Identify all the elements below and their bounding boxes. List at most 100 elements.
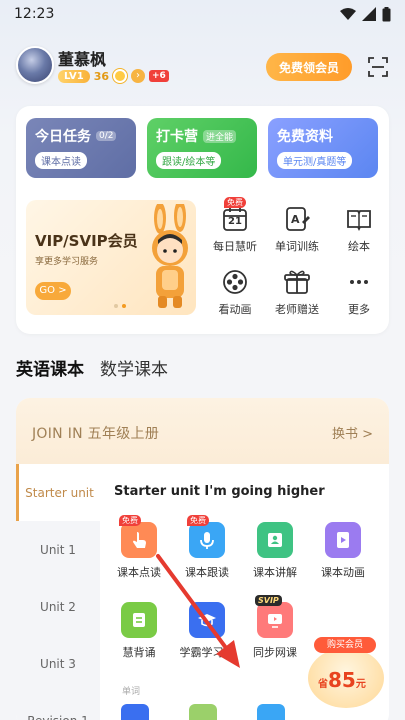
free-vip-button[interactable]: 免费领会员 bbox=[266, 53, 352, 81]
tile-sub: 单元测/真题等 bbox=[277, 152, 353, 169]
microphone-icon: 免费 bbox=[187, 515, 225, 558]
tile-title: 免费资料 bbox=[277, 126, 369, 146]
book-icon bbox=[346, 206, 372, 232]
promo-amount: 省85元 bbox=[318, 668, 366, 692]
tile-tag: 0/2 bbox=[96, 131, 117, 141]
plus-badge: +6 bbox=[149, 70, 169, 82]
feature-textbook-follow-read[interactable]: 免费 课本跟读 bbox=[175, 515, 239, 580]
page-dot-active bbox=[122, 304, 126, 308]
rabbit-mascot-icon bbox=[152, 204, 188, 308]
quick-action-label: 单词训练 bbox=[275, 240, 319, 253]
status-time: 12:23 bbox=[14, 6, 55, 22]
unit-item-revision-1[interactable]: Revision 1 bbox=[16, 692, 100, 720]
unit-item-starter[interactable]: Starter unit bbox=[16, 464, 100, 521]
level-badge: LV1 bbox=[58, 69, 90, 83]
quick-action-label: 老师赠送 bbox=[275, 303, 319, 316]
tab-english[interactable]: 英语课本 bbox=[16, 355, 84, 380]
quick-action-label: 绘本 bbox=[348, 240, 370, 253]
coin-icon bbox=[113, 69, 128, 83]
unit-item-3[interactable]: Unit 3 bbox=[16, 635, 100, 692]
svg-text:A: A bbox=[291, 213, 300, 226]
wifi-icon bbox=[340, 8, 356, 20]
more-icon bbox=[346, 269, 372, 295]
status-icons bbox=[340, 6, 391, 22]
feature-study-method[interactable]: 学霸学习法 bbox=[175, 602, 239, 660]
word-feature-icon[interactable] bbox=[189, 704, 217, 720]
word-feature-icon[interactable] bbox=[121, 704, 149, 720]
free-badge: 免费 bbox=[187, 515, 209, 526]
feature-label: 课本点读 bbox=[117, 566, 161, 579]
quick-action-watch-animation[interactable]: 看动画 bbox=[209, 269, 261, 317]
coin-count: 36 bbox=[93, 69, 110, 83]
unit-item-2[interactable]: Unit 2 bbox=[16, 578, 100, 635]
banner-go-button[interactable]: GO > bbox=[35, 282, 71, 300]
feature-textbook-reading[interactable]: 免费 课本点读 bbox=[107, 515, 171, 580]
scan-icon[interactable] bbox=[368, 57, 388, 77]
promo-suffix: 元 bbox=[355, 679, 366, 690]
tile-title-text: 今日任务 bbox=[35, 129, 91, 145]
tile-title: 打卡营 进全能 bbox=[156, 126, 248, 146]
feature-label: 课本动画 bbox=[321, 566, 365, 579]
tile-title: 今日任务 0/2 bbox=[35, 126, 127, 146]
feature-sync-online-class[interactable]: SVIP 同步网课 bbox=[243, 595, 307, 660]
word-feature-icon[interactable] bbox=[257, 704, 285, 720]
tile-sub: 课本点读 bbox=[35, 152, 87, 169]
promo-title: 购买会员 bbox=[314, 637, 376, 653]
quick-action-daily-listen[interactable]: 免费 21 每日慧听 bbox=[209, 197, 261, 254]
change-book-button[interactable]: 换书 > bbox=[332, 423, 373, 442]
quick-action-more[interactable]: 更多 bbox=[333, 269, 385, 317]
quick-action-picture-book[interactable]: 绘本 bbox=[333, 206, 385, 254]
username[interactable]: 董慕枫 bbox=[58, 46, 106, 70]
tab-math[interactable]: 数学课本 bbox=[100, 355, 168, 380]
section-word-label: 单词 bbox=[122, 687, 141, 697]
feature-label: 同步网课 bbox=[253, 646, 297, 659]
unit-title: Starter unit I'm going higher bbox=[114, 484, 325, 499]
promo-prefix: 省 bbox=[318, 679, 328, 690]
quick-action-label: 更多 bbox=[348, 303, 370, 316]
avatar[interactable] bbox=[16, 46, 54, 84]
vip-banner[interactable]: VIP/SVIP会员 享更多学习服务 GO > bbox=[26, 200, 196, 315]
tile-sub: 跟读/绘本等 bbox=[156, 152, 222, 169]
free-badge: 免费 bbox=[224, 197, 246, 208]
battery-icon bbox=[382, 6, 391, 21]
quick-action-label: 看动画 bbox=[218, 303, 252, 316]
status-bar: 12:23 bbox=[0, 0, 405, 28]
checkin-camp-tile[interactable]: 打卡营 进全能 跟读/绘本等 bbox=[147, 118, 257, 178]
chevron-right-icon: › bbox=[131, 69, 146, 83]
quick-action-teacher-gift[interactable]: 老师赠送 bbox=[271, 269, 323, 317]
subject-tabs: 英语课本 数学课本 bbox=[16, 355, 168, 380]
unit-list: Starter unit Unit 1 Unit 2 Unit 3 Revisi… bbox=[16, 464, 100, 720]
tile-title-text: 打卡营 bbox=[156, 129, 198, 145]
promo-value: 85 bbox=[328, 668, 356, 692]
free-materials-tile[interactable]: 免费资料 单元测/真题等 bbox=[268, 118, 378, 178]
banner-subtitle: 享更多学习服务 bbox=[35, 257, 99, 267]
level-row[interactable]: LV1 36 › +6 bbox=[58, 69, 169, 83]
teacher-board-icon bbox=[257, 522, 293, 558]
book-header: JOIN IN 五年级上册 换书 > bbox=[16, 398, 389, 464]
graduation-cap-icon bbox=[189, 602, 225, 638]
quick-action-word-training[interactable]: A 单词训练 bbox=[271, 206, 323, 254]
word-pen-icon: A bbox=[284, 206, 310, 232]
banner-title: VIP/SVIP会员 bbox=[35, 232, 138, 250]
video-icon bbox=[325, 522, 361, 558]
calendar-icon: 免费 21 bbox=[222, 197, 248, 232]
film-reel-icon bbox=[222, 269, 248, 295]
recite-book-icon bbox=[121, 602, 157, 638]
feature-label: 课本讲解 bbox=[253, 566, 297, 579]
gift-icon bbox=[284, 269, 310, 295]
unit-item-1[interactable]: Unit 1 bbox=[16, 521, 100, 578]
free-badge: 免费 bbox=[119, 515, 141, 526]
buy-member-promo[interactable]: 购买会员 省85元 bbox=[300, 628, 390, 720]
banner-page-dots bbox=[114, 304, 126, 308]
svip-badge: SVIP bbox=[255, 595, 282, 606]
online-class-icon: SVIP bbox=[255, 595, 293, 638]
tile-tag: 进全能 bbox=[203, 129, 237, 143]
main-card: 今日任务 0/2 课本点读 打卡营 进全能 跟读/绘本等 免费资料 单元测/真题… bbox=[16, 106, 389, 334]
today-task-tile[interactable]: 今日任务 0/2 课本点读 bbox=[26, 118, 136, 178]
feature-textbook-animation[interactable]: 课本动画 bbox=[311, 522, 375, 580]
feature-label: 学霸学习法 bbox=[179, 646, 235, 659]
feature-textbook-explain[interactable]: 课本讲解 bbox=[243, 522, 307, 580]
finger-tap-icon: 免费 bbox=[119, 515, 157, 558]
feature-smart-recite[interactable]: 慧背诵 bbox=[107, 602, 171, 660]
signal-icon bbox=[362, 7, 376, 21]
